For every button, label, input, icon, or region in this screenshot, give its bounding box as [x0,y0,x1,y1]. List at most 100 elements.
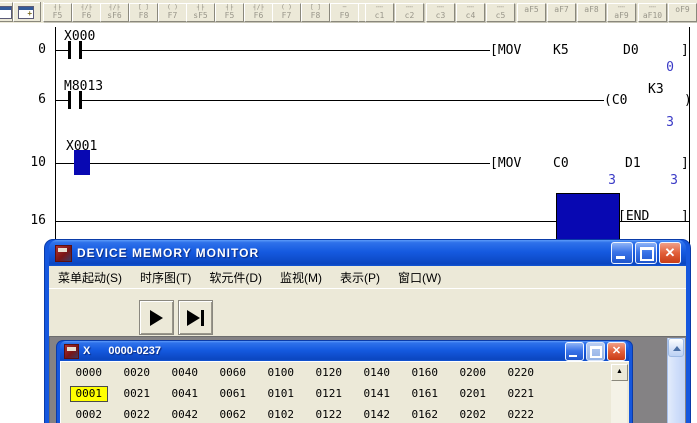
x-close-button[interactable]: ✕ [607,342,626,361]
ladder-tool-c5-button[interactable]: ╌╌c5 [486,3,515,22]
ladder-tool-aF7-button[interactable]: aF7 [547,3,576,22]
menu-item-2[interactable]: 软元件(D) [200,267,271,288]
operand-d1[interactable]: D1 [625,156,641,171]
operand-c0[interactable]: C0 [553,156,569,171]
grid-cell-0222[interactable]: 0222 [492,405,540,423]
maximize-button[interactable] [635,242,657,264]
contact-label-m8013[interactable]: M8013 [64,79,103,94]
ladder-tool-aF8-button[interactable]: aF8 [577,3,606,22]
instruction-end[interactable]: [END [618,209,649,224]
ladder-tool-F8-button[interactable]: [ ]F8 [129,3,158,22]
grid-cell-0221[interactable]: 0221 [492,384,540,404]
menu-item-0[interactable]: 菜单起动(S) [49,267,131,288]
ladder-tool-c2-button[interactable]: ╌╌c2 [395,3,424,22]
ladder-tool-F9-button[interactable]: ─F9 [330,3,359,22]
ladder-tool-label: oF9 [675,5,689,14]
grid-cell-0042[interactable]: 0042 [156,405,204,423]
scroll-up-button[interactable] [668,338,684,357]
x-minimize-button[interactable] [565,342,584,361]
grid-cell-0001[interactable]: 0001 [60,384,108,404]
grid-cell-0141[interactable]: 0141 [348,384,396,404]
grid-cell-0200[interactable]: 0200 [444,363,492,383]
grid-cell-0201[interactable]: 0201 [444,384,492,404]
grid-cell-0102[interactable]: 0102 [252,405,300,423]
ladder-tool-aF10-button[interactable]: ╌╌aF10 [638,3,667,22]
ladder-tool-aF9-button[interactable]: ╌╌aF9 [607,3,636,22]
device-grid-scrollbar[interactable]: ▲ [611,364,627,423]
minimize-icon [616,256,625,259]
step-number: 6 [10,92,46,107]
grid-cell-0100[interactable]: 0100 [252,363,300,383]
grid-cell-0002[interactable]: 0002 [60,405,108,423]
ladder-tool-aF5-button[interactable]: aF5 [517,3,546,22]
step-monitor-button[interactable] [178,300,213,335]
operand-k5[interactable]: K5 [553,43,569,58]
grid-cell-0120[interactable]: 0120 [300,363,348,383]
menu-item-4[interactable]: 表示(P) [331,267,389,288]
ladder-tool-F6-button[interactable]: ┤/├F6 [72,3,101,22]
x-maximize-button[interactable] [586,342,605,361]
ladder-tool-oF9-button[interactable]: oF9 [668,3,697,22]
grid-cell-0020[interactable]: 0020 [108,363,156,383]
operand-d0[interactable]: D0 [623,43,639,58]
minimize-button[interactable] [611,242,633,264]
ladder-tool-F7-button[interactable]: ( )F7 [272,3,301,22]
ladder-tool-label: F6 [254,11,264,20]
close-icon: ✕ [660,243,680,263]
ladder-tool-c1-button[interactable]: ╌╌c1 [365,3,394,22]
grid-cell-0140[interactable]: 0140 [348,363,396,383]
grid-cell-0142[interactable]: 0142 [348,405,396,423]
menu-item-3[interactable]: 监视(M) [271,267,331,288]
ladder-tool-sF5-button[interactable]: ┤├sF5 [186,3,215,22]
window-icon-button[interactable] [0,2,13,22]
instruction-mov[interactable]: [MOV [490,43,521,58]
ladder-tool-label: aF9 [614,11,628,20]
grid-cell-0022[interactable]: 0022 [108,405,156,423]
rung-wire [82,100,604,101]
grid-cell-0062[interactable]: 0062 [204,405,252,423]
instruction-close-bracket: ] [681,43,689,58]
device-range: 0000-0237 [108,345,161,357]
grid-cell-0000[interactable]: 0000 [60,363,108,383]
grid-cell-0061[interactable]: 0061 [204,384,252,404]
contact-label-x001[interactable]: X001 [66,139,97,154]
grid-cell-0202[interactable]: 0202 [444,405,492,423]
grid-cell-0021[interactable]: 0021 [108,384,156,404]
grid-cell-0041[interactable]: 0041 [156,384,204,404]
grid-cell-0162[interactable]: 0162 [396,405,444,423]
ladder-tool-F5-button[interactable]: ┤├F5 [215,3,244,22]
grid-cell-0101[interactable]: 0101 [252,384,300,404]
grid-cell-0160[interactable]: 0160 [396,363,444,383]
menu-item-1[interactable]: 时序图(T) [131,267,200,288]
ladder-tool-F5-button[interactable]: ┤├F5 [43,3,72,22]
x-window-title-bar[interactable]: X 0000-0237 ✕ [60,341,629,361]
device-name: X [83,345,90,357]
client-vertical-scrollbar[interactable] [667,338,685,423]
grid-cell-0220[interactable]: 0220 [492,363,540,383]
grid-cell-0040[interactable]: 0040 [156,363,204,383]
scroll-up-arrow-icon[interactable]: ▲ [611,364,628,381]
start-monitor-button[interactable] [139,300,174,335]
highlighted-cell[interactable]: 0001 [70,386,109,402]
ladder-tool-c4-button[interactable]: ╌╌c4 [456,3,485,22]
instruction-close-bracket: ] [681,156,689,171]
grid-row: 0002002200420062010201220142016202020222 [60,405,580,423]
ladder-tool-sF6-button[interactable]: ┤/├sF6 [100,3,129,22]
ladder-tool-F6-button[interactable]: ┤/├F6 [244,3,273,22]
dmm-menu-bar: 菜单起动(S)时序图(T)软元件(D)监视(M)表示(P)窗口(W) [49,266,686,289]
ladder-tool-label: sF6 [107,11,121,20]
instruction-mov-2[interactable]: [MOV [490,156,521,171]
grid-cell-0161[interactable]: 0161 [396,384,444,404]
contact-label-x000[interactable]: X000 [64,29,95,44]
grid-cell-0121[interactable]: 0121 [300,384,348,404]
grid-cell-0122[interactable]: 0122 [300,405,348,423]
coil-c0[interactable]: (C0 [604,93,627,108]
close-button[interactable]: ✕ [659,242,681,264]
ladder-tool-F8-button[interactable]: [ ]F8 [301,3,330,22]
ladder-tool-F7-button[interactable]: ( )F7 [158,3,187,22]
ladder-tool-c3-button[interactable]: ╌╌c3 [426,3,455,22]
grid-cell-0060[interactable]: 0060 [204,363,252,383]
new-window-icon-button[interactable]: + [13,2,41,22]
menu-item-5[interactable]: 窗口(W) [389,267,450,288]
dmm-title-bar[interactable]: DEVICE MEMORY MONITOR ✕ [49,240,686,266]
